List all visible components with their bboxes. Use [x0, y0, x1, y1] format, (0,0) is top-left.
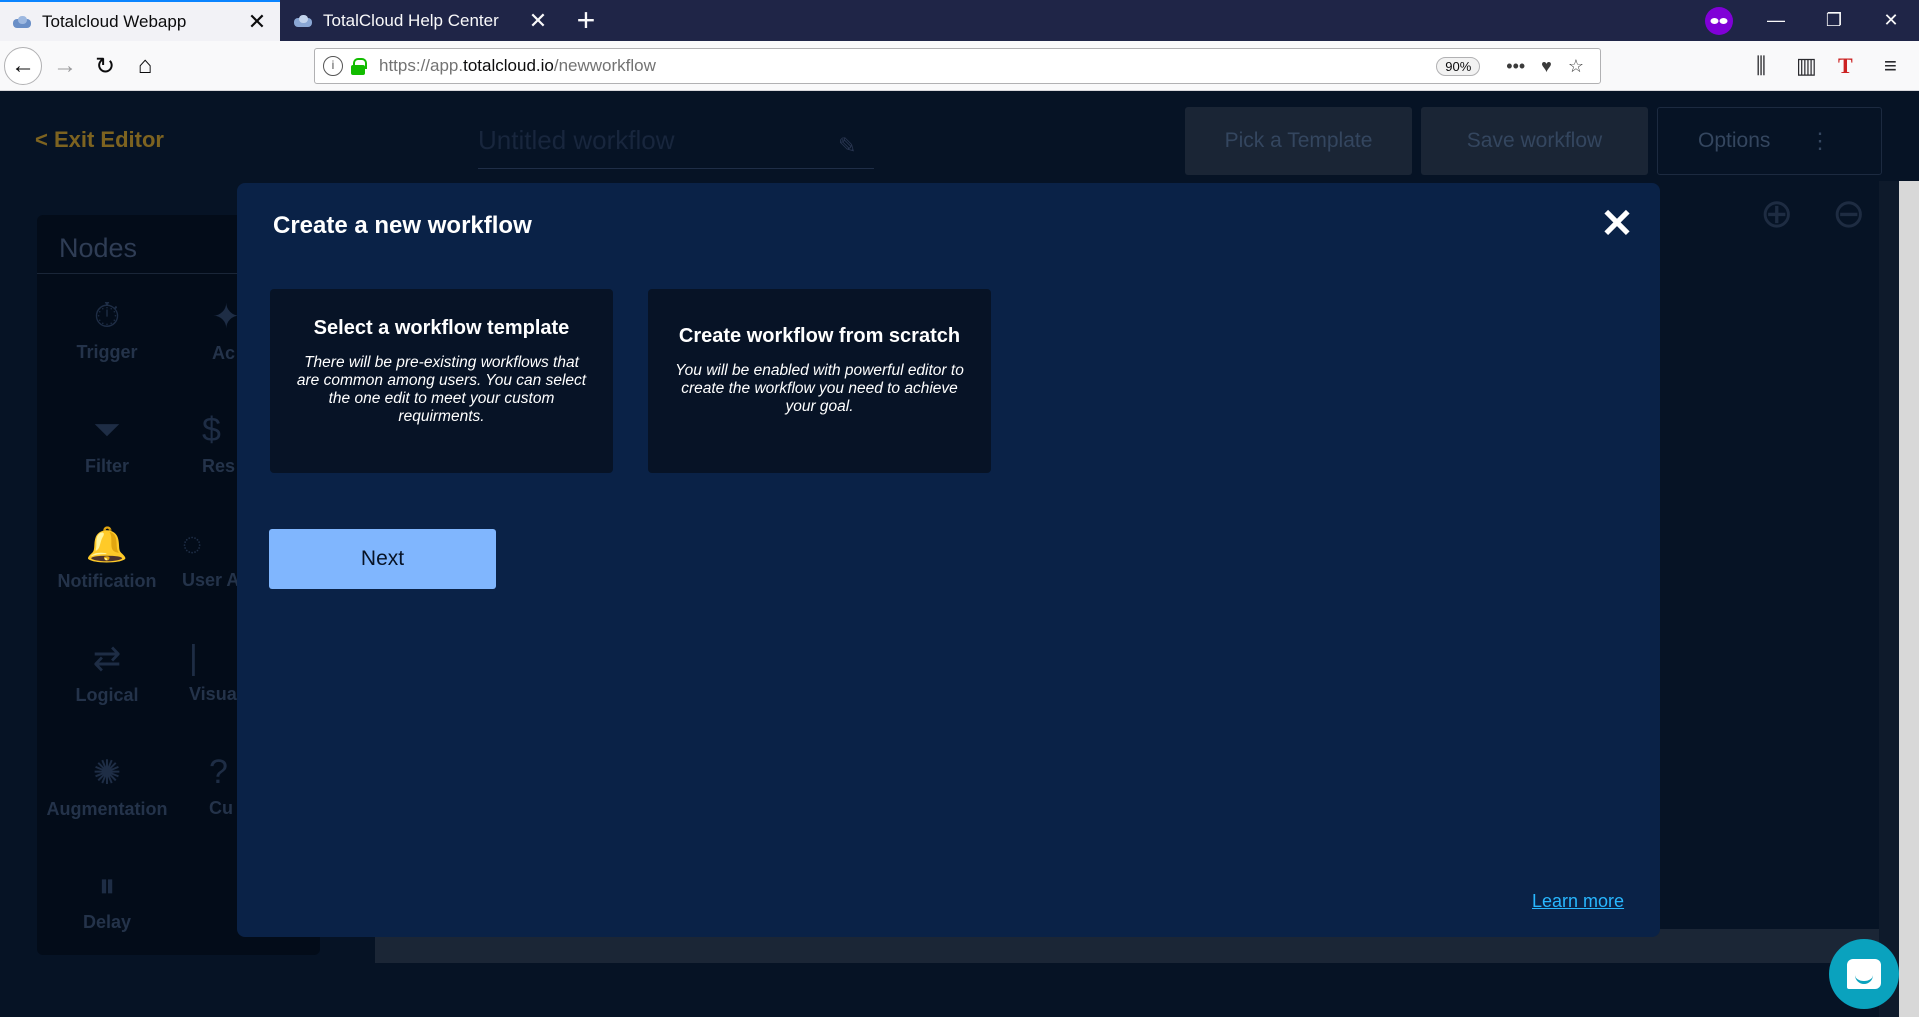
bookmark-star-icon[interactable]: ☆	[1568, 56, 1584, 77]
totalcloud-favicon-icon	[12, 14, 32, 30]
exit-editor-link[interactable]: < Exit Editor	[35, 127, 164, 153]
tab-help-center[interactable]: TotalCloud Help Center ✕	[281, 0, 561, 41]
node-delay[interactable]: ⏸ Delay	[42, 867, 172, 933]
node-notification[interactable]: 🔔 Notification	[42, 525, 172, 592]
window-close-button[interactable]: ✕	[1863, 0, 1919, 41]
augmentation-icon: ✺	[92, 754, 122, 792]
save-workflow-button[interactable]: Save workflow	[1421, 107, 1648, 175]
card-description: You will be enabled with powerful editor…	[675, 362, 964, 415]
card-title: Select a workflow template	[313, 317, 570, 339]
card-description: There will be pre-existing workflows tha…	[296, 354, 587, 425]
page-actions-icon[interactable]: •••	[1506, 56, 1525, 77]
pause-icon: ⏸	[98, 867, 116, 905]
node-augmentation[interactable]: ✺ Augmentation	[42, 753, 172, 820]
pencil-icon[interactable]: ✎	[838, 133, 856, 159]
home-button[interactable]: ⌂	[126, 47, 164, 85]
restore-button[interactable]: ❐	[1806, 0, 1862, 41]
pick-template-button[interactable]: Pick a Template	[1185, 107, 1412, 175]
back-button[interactable]: ←	[4, 47, 42, 85]
zoom-level-badge[interactable]: 90%	[1436, 56, 1481, 76]
tab-totalcloud-webapp[interactable]: Totalcloud Webapp ✕	[0, 0, 280, 41]
tab-title: TotalCloud Help Center	[323, 10, 499, 30]
library-icon[interactable]: ⫼	[1756, 53, 1766, 79]
close-tab-icon[interactable]: ✕	[246, 9, 268, 35]
tab-bar: Totalcloud Webapp ✕ TotalCloud Help Cent…	[0, 0, 1919, 41]
navigation-bar: ← → ↻ ⌂ i https://app.totalcloud.io/neww…	[0, 41, 1919, 91]
sidebar-icon[interactable]: ▥	[1796, 53, 1817, 79]
pocket-icon[interactable]: ♥	[1541, 56, 1552, 77]
chat-launcher-button[interactable]	[1829, 939, 1899, 1009]
url-text[interactable]: https://app.totalcloud.io/newworkflow	[379, 56, 1436, 76]
canvas-vertical-scrollbar[interactable]	[1879, 181, 1899, 1017]
private-browsing-mask-icon	[1705, 7, 1733, 35]
learn-more-link[interactable]: Learn more	[1532, 891, 1624, 912]
extension-t-icon[interactable]: T	[1838, 53, 1853, 79]
template-option-card[interactable]: Select a workflow template There will be…	[270, 289, 613, 473]
kebab-icon: ⋮	[1809, 128, 1831, 153]
node-logical[interactable]: ⇄ Logical	[42, 639, 172, 706]
forward-button[interactable]: →	[46, 47, 84, 85]
chat-bubble-icon	[1847, 959, 1881, 989]
stopwatch-icon: ⏱	[93, 297, 121, 335]
node-trigger[interactable]: ⏱ Trigger	[42, 297, 172, 363]
card-title: Create workflow from scratch	[678, 325, 961, 347]
nodes-title: Nodes	[59, 233, 138, 263]
options-button[interactable]: Options ⋮	[1657, 107, 1882, 175]
page-scrollbar[interactable]	[1899, 181, 1919, 1017]
tab-title: Totalcloud Webapp	[42, 11, 187, 31]
info-icon[interactable]: i	[323, 56, 343, 76]
menu-icon[interactable]: ≡	[1884, 53, 1897, 79]
help-center-favicon-icon	[293, 13, 313, 29]
modal-title: Create a new workflow	[273, 212, 532, 239]
minimize-button[interactable]: —	[1748, 0, 1804, 41]
new-tab-button[interactable]: +	[568, 2, 604, 38]
next-button[interactable]: Next	[269, 529, 496, 589]
bell-icon: 🔔	[85, 526, 129, 564]
zoom-out-icon[interactable]: ⊖	[1832, 191, 1866, 237]
workflow-title-input[interactable]: Untitled workflow	[478, 125, 874, 169]
lock-icon	[351, 58, 367, 75]
options-label: Options	[1698, 129, 1771, 152]
logical-icon: ⇄	[92, 640, 122, 678]
zoom-in-icon[interactable]: ⊕	[1760, 191, 1794, 237]
url-bar[interactable]: i https://app.totalcloud.io/newworkflow …	[314, 48, 1601, 84]
close-tab-icon[interactable]: ✕	[527, 8, 549, 34]
reload-button[interactable]: ↻	[86, 47, 124, 85]
close-icon[interactable]: ✕	[1600, 204, 1634, 244]
node-filter[interactable]: ⏷ Filter	[42, 411, 172, 477]
scratch-option-card[interactable]: Create workflow from scratch You will be…	[648, 289, 991, 473]
create-workflow-modal: Create a new workflow ✕ Select a workflo…	[237, 183, 1660, 937]
funnel-icon: ⏷	[93, 411, 121, 449]
